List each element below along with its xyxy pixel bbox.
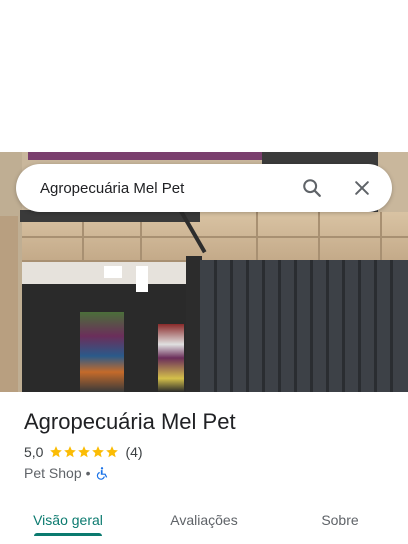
shutter-slat xyxy=(294,260,297,392)
tile-line xyxy=(22,236,408,238)
shutter-slat xyxy=(310,260,313,392)
left-wall-tiles xyxy=(0,216,18,392)
tile-line xyxy=(318,212,320,262)
search-icon[interactable] xyxy=(296,172,328,204)
wheelchair-icon xyxy=(96,467,107,480)
tile-line xyxy=(380,212,382,262)
product-shelf xyxy=(80,312,124,392)
reviews-count[interactable]: (4) xyxy=(125,444,142,460)
shutter-slat xyxy=(230,260,233,392)
rating-row[interactable]: 5,0 (4) xyxy=(24,444,143,460)
star-icon xyxy=(64,446,77,458)
tab-reviews[interactable]: Avaliações xyxy=(136,496,272,544)
tile-line xyxy=(256,212,258,262)
search-input[interactable]: Agropecuária Mel Pet xyxy=(40,180,296,197)
star-icon xyxy=(78,446,91,458)
place-name: Agropecuária Mel Pet xyxy=(24,409,236,434)
place-tabs: Visão geral Avaliações Sobre xyxy=(0,496,408,544)
sign-strip xyxy=(28,152,288,160)
search-bar[interactable]: Agropecuária Mel Pet xyxy=(16,164,392,212)
tab-about[interactable]: Sobre xyxy=(272,496,408,544)
tab-label: Avaliações xyxy=(170,512,238,528)
interior-window xyxy=(104,266,122,278)
tab-overview[interactable]: Visão geral xyxy=(0,496,136,544)
shutter-slat xyxy=(374,260,377,392)
shutter-slat xyxy=(390,260,393,392)
interior-window xyxy=(136,266,148,292)
shutter-slat xyxy=(278,260,281,392)
tab-label: Sobre xyxy=(321,512,359,528)
shutter-slat xyxy=(358,260,361,392)
map-blank-area xyxy=(0,0,408,152)
active-tab-indicator xyxy=(34,533,102,536)
star-icon xyxy=(50,446,63,458)
shutter-slat xyxy=(342,260,345,392)
star-icon xyxy=(106,446,119,458)
star-icon xyxy=(92,446,105,458)
product-shelf xyxy=(158,324,184,392)
shutter-slat xyxy=(214,260,217,392)
close-icon[interactable] xyxy=(346,172,378,204)
shutter-slat xyxy=(246,260,249,392)
separator-dot: • xyxy=(85,465,91,481)
place-category: Pet Shop xyxy=(24,465,82,481)
rating-stars xyxy=(49,445,119,459)
tab-label: Visão geral xyxy=(33,512,103,528)
shutter-slat xyxy=(326,260,329,392)
shutter-slat xyxy=(262,260,265,392)
category-row: Pet Shop • xyxy=(24,465,109,481)
rating-value: 5,0 xyxy=(24,444,44,460)
